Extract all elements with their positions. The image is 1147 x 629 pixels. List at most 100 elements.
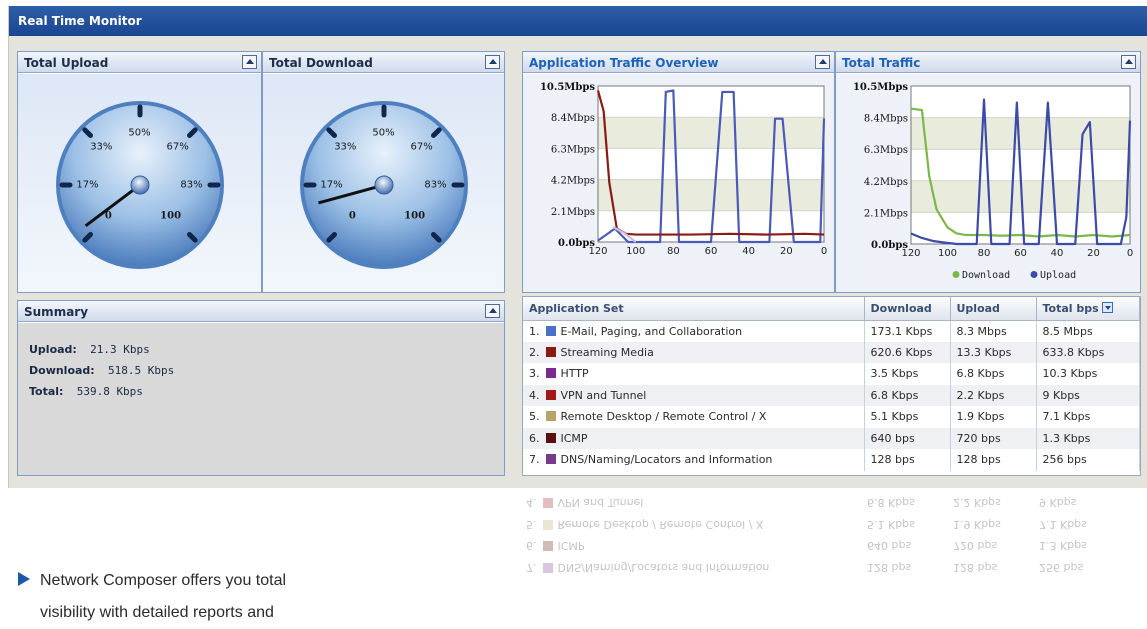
- reflection-cell: 2.2 Kbps: [953, 496, 1001, 510]
- summary-download-row: Download: 518.5 Kbps: [29, 364, 504, 385]
- minimize-summary-button[interactable]: [485, 304, 500, 318]
- cell-application-set: 2. Streaming Media: [523, 341, 865, 363]
- table-row[interactable]: 5. Remote Desktop / Remote Control / X 5.1…: [523, 406, 1140, 428]
- summary-panel: Summary Upload: 21.3 Kbps Download: 518.…: [17, 300, 505, 476]
- reflection-swatch: [542, 519, 553, 530]
- caption-line-2: visibility with detailed reports and: [18, 597, 286, 629]
- app-name: Remote Desktop / Remote Control / X: [560, 410, 767, 424]
- table-row[interactable]: 2. Streaming Media 620.6 Kbps 13.3 Kbps 633.…: [523, 341, 1140, 363]
- reflection-cell: 1.9 Kbps: [953, 517, 1001, 531]
- app-color-swatch: [545, 389, 556, 400]
- reflection-cell: 4. VPN and Tunnel: [520, 492, 861, 514]
- table-row[interactable]: 1. E-Mail, Paging, and Collaboration 173.1…: [523, 320, 1140, 342]
- x-tick-label: 80: [667, 246, 680, 257]
- legend-label: Upload: [1040, 270, 1076, 281]
- x-tick-label: 20: [1087, 248, 1100, 259]
- summary-total-label: Total:: [29, 385, 64, 398]
- app-name: DNS/Naming/Locators and Information: [560, 453, 773, 467]
- total-traffic-panel: Total Traffic 10.5Mbps 8.4Mbps 6.3Mbps 4.2M…: [835, 51, 1141, 293]
- y-tick-label: 6.3Mbps: [864, 145, 908, 156]
- summary-upload-row: Upload: 21.3 Kbps: [29, 343, 504, 364]
- cell-total: 633.8 Kbps: [1036, 341, 1140, 363]
- gauge-label: 50%: [372, 127, 395, 139]
- x-tick-label: 0: [1127, 248, 1133, 259]
- caption-line-1: Network Composer offers you total: [18, 565, 286, 597]
- grid-band: [911, 117, 1130, 150]
- x-tick-label: 40: [1051, 248, 1064, 259]
- y-tick-label: 8.4Mbps: [551, 113, 595, 124]
- x-tick-label: 20: [780, 246, 793, 257]
- reflection-cell: 128 bps: [953, 560, 998, 574]
- summary-body: Upload: 21.3 Kbps Download: 518.5 Kbps T…: [18, 323, 504, 475]
- table-row[interactable]: 6. ICMP 640 bps 720 bps 1.3 Kbps: [523, 427, 1140, 449]
- x-tick-label: 60: [705, 246, 718, 257]
- table-body: 1. E-Mail, Paging, and Collaboration 173.1…: [523, 320, 1140, 471]
- app-color-swatch: [545, 411, 556, 422]
- x-tick-label: 100: [626, 246, 645, 257]
- reflection-app-name: DNS/Naming/Locators and Information: [557, 560, 770, 574]
- col-header-download[interactable]: Download: [864, 297, 951, 321]
- reflection-row-number: 6.: [526, 539, 537, 553]
- cell-download: 6.8 Kbps: [864, 384, 951, 406]
- cell-upload: 2.2 Kbps: [950, 384, 1037, 406]
- total-upload-panel: Total Upload 0 17% 33% 50% 67% 83% 100: [17, 51, 262, 293]
- reflection-cell: 7.1 Kbps: [1039, 517, 1087, 531]
- minimize-total-traffic-button[interactable]: [1121, 55, 1136, 69]
- reflection-cell: 9 Kbps: [1039, 496, 1077, 510]
- cell-upload: 1.9 Kbps: [950, 406, 1037, 428]
- table-reflection-content: 7. DNS/Naming/Locators and Information 128…: [520, 492, 1140, 578]
- y-tick-label: 2.1Mbps: [864, 208, 908, 219]
- cell-total: 256 bps: [1036, 449, 1140, 471]
- reflection-cell: 256 bps: [1039, 560, 1084, 574]
- reflection-swatch: [542, 498, 553, 509]
- col-header-total-bps[interactable]: Total bps: [1036, 297, 1140, 321]
- gauge-label: 50%: [128, 127, 151, 139]
- summary-total-row: Total: 539.8 Kbps: [29, 385, 504, 406]
- cell-application-set: 6. ICMP: [523, 427, 865, 449]
- minimize-app-traffic-button[interactable]: [815, 55, 830, 69]
- cell-total: 7.1 Kbps: [1036, 406, 1140, 428]
- table-row[interactable]: 7. DNS/Naming/Locators and Information 128…: [523, 449, 1140, 471]
- total-upload-title: Total Upload: [18, 52, 261, 73]
- table-row[interactable]: 4. VPN and Tunnel 6.8 Kbps 2.2 Kbps 9 Kbps: [523, 384, 1140, 406]
- x-tick-label: 40: [742, 246, 755, 257]
- reflection-app-name: Remote Desktop / Remote Control / X: [557, 517, 764, 531]
- minimize-upload-button[interactable]: [242, 55, 257, 69]
- reflection-cell: 6.8 Kbps: [867, 496, 915, 510]
- caption: Network Composer offers you total visibi…: [18, 565, 286, 629]
- gauge-label: 67%: [166, 141, 189, 153]
- cell-total: 1.3 Kbps: [1036, 427, 1140, 449]
- app-traffic-chart-area: 10.5Mbps 8.4Mbps 6.3Mbps 4.2Mbps 2.1Mbps 0.0b…: [523, 74, 834, 292]
- legend-label: Download: [962, 270, 1010, 281]
- upload-gauge-area: 0 17% 33% 50% 67% 83% 100: [18, 74, 261, 292]
- gauge-label: 67%: [410, 141, 433, 153]
- cell-application-set: 7. DNS/Naming/Locators and Information: [523, 449, 865, 471]
- application-set-table-panel: Application Set Download Upload Total bp…: [522, 296, 1141, 476]
- cell-application-set: 3. HTTP: [523, 363, 865, 385]
- cell-upload: 128 bps: [950, 449, 1037, 471]
- col-header-application-set[interactable]: Application Set: [523, 297, 865, 321]
- gauge-label: 33%: [334, 141, 357, 153]
- real-time-monitor-window: Real Time Monitor Total Upload 0 17% 33% 50…: [8, 6, 1147, 488]
- reflection-row-number: 4.: [526, 496, 537, 510]
- reflection-row: 6. ICMP 640 bps 720 bps 1.3 Kbps: [520, 535, 1140, 557]
- gauge-label: 100: [160, 210, 182, 222]
- sort-descending-icon[interactable]: [1101, 301, 1113, 313]
- total-traffic-title: Total Traffic: [836, 52, 1140, 73]
- minimize-download-button[interactable]: [485, 55, 500, 69]
- gauge-label: 17%: [76, 179, 99, 191]
- table-reflection: 7. DNS/Naming/Locators and Information 128…: [520, 492, 1140, 611]
- table-row[interactable]: 3. HTTP 3.5 Kbps 6.8 Kbps 10.3 Kbps: [523, 363, 1140, 385]
- x-tick-label: 0: [821, 246, 827, 257]
- summary-download-label: Download:: [29, 364, 95, 377]
- cell-total: 10.3 Kbps: [1036, 363, 1140, 385]
- row-number: 4.: [529, 388, 540, 402]
- reflection-swatch: [542, 562, 553, 573]
- summary-upload-label: Upload:: [29, 343, 77, 356]
- row-number: 6.: [529, 431, 540, 445]
- app-color-swatch: [545, 325, 556, 336]
- col-header-upload[interactable]: Upload: [950, 297, 1037, 321]
- cell-application-set: 1. E-Mail, Paging, and Collaboration: [523, 320, 865, 342]
- grid-band: [598, 117, 824, 149]
- reflection-cell: 5.1 Kbps: [867, 517, 915, 531]
